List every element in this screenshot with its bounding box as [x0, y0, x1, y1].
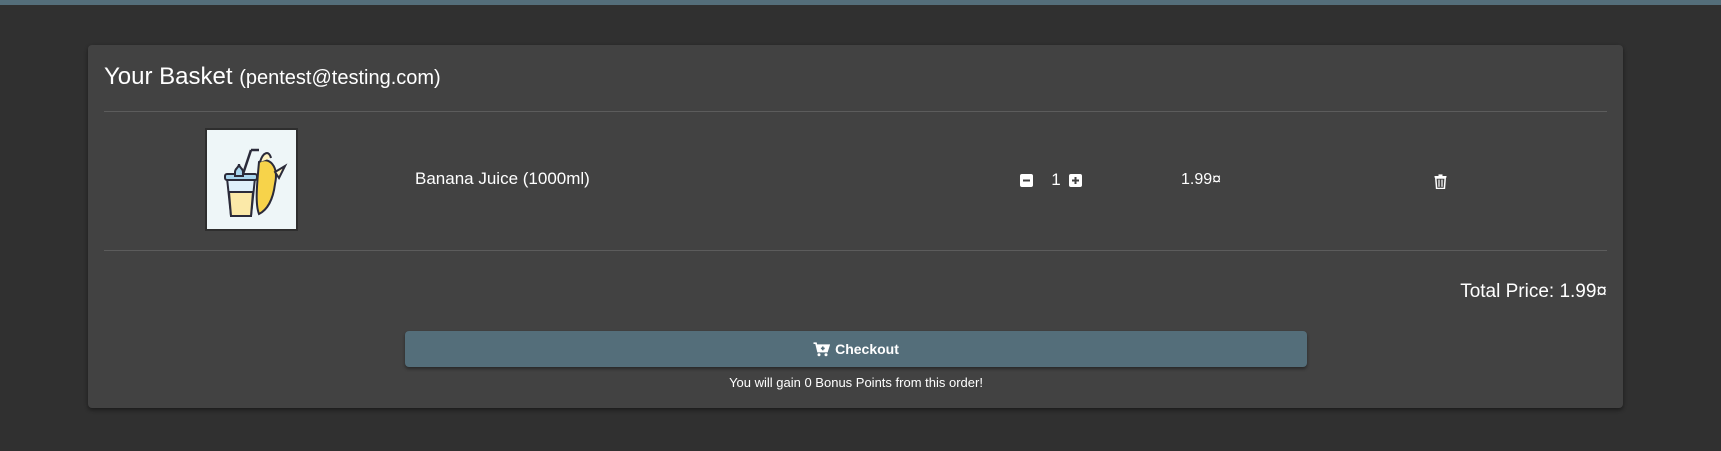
product-name: Banana Juice (1000ml): [415, 169, 590, 188]
checkout-button[interactable]: Checkout: [405, 331, 1307, 367]
increase-quantity-button[interactable]: [1069, 174, 1082, 187]
item-price: 1.99¤: [1181, 171, 1222, 188]
basket-title: Your Basket (pentest@testing.com): [104, 63, 441, 93]
basket-heading: Your Basket: [104, 63, 233, 90]
banana-juice-icon: [224, 148, 288, 217]
checkout-label: Checkout: [835, 341, 899, 357]
minus-icon: [1023, 179, 1030, 182]
cart-icon: [813, 341, 831, 356]
user-email: (pentest@testing.com): [239, 67, 441, 89]
top-toolbar: [0, 0, 1721, 5]
divider-top: [104, 111, 1607, 112]
basket-card: Your Basket (pentest@testing.com) Banana…: [88, 45, 1623, 408]
bonus-points-text: You will gain 0 Bonus Points from this o…: [729, 375, 983, 390]
quantity-value: 1: [1051, 170, 1061, 189]
product-image: [205, 128, 298, 231]
total-price: Total Price: 1.99¤: [1460, 281, 1607, 302]
divider-bottom: [104, 250, 1607, 251]
remove-item-button[interactable]: [1434, 174, 1447, 194]
decrease-quantity-button[interactable]: [1020, 174, 1033, 187]
trash-icon: [1434, 174, 1447, 190]
plus-icon: [1072, 177, 1079, 184]
